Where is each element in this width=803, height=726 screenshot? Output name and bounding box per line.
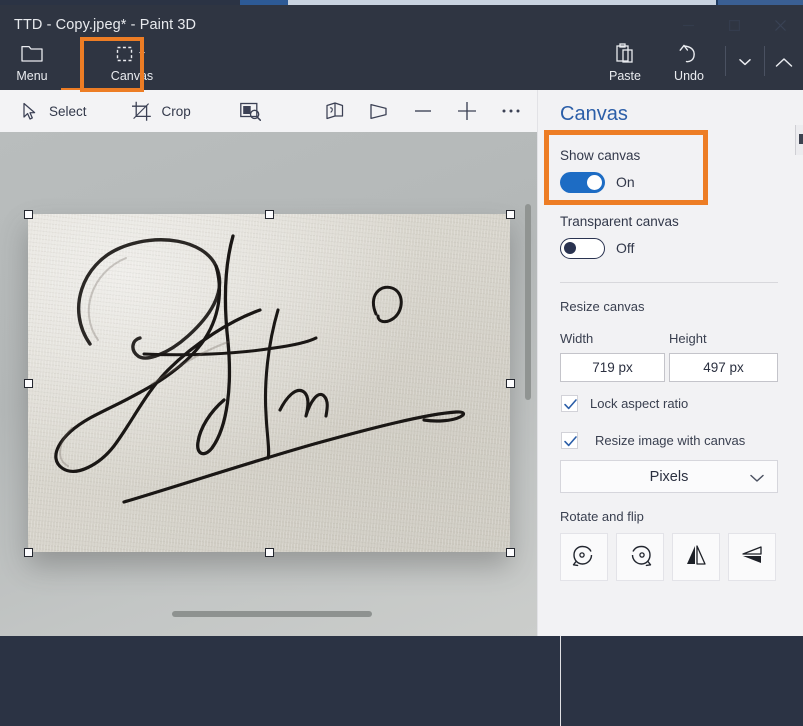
ribbon-left: Menu Canvas [0, 36, 166, 90]
window-title: TTD - Copy.jpeg* - Paint 3D [14, 17, 197, 33]
canvas-button[interactable]: Canvas [98, 36, 166, 88]
crop-icon [131, 100, 153, 122]
resize-image-with-canvas-checkbox[interactable] [561, 432, 578, 449]
folder-icon [21, 42, 43, 66]
clipboard-icon [615, 42, 635, 66]
width-label: Width [560, 331, 594, 346]
toolbar-more-button[interactable] [489, 90, 533, 132]
units-select-value: Pixels [649, 468, 689, 485]
flip-horizontal-button[interactable] [672, 533, 720, 581]
signature-artwork [54, 234, 466, 504]
horizontal-scrollbar-thumb[interactable] [172, 611, 372, 617]
panel-divider-2 [560, 636, 561, 726]
height-label: Height [669, 331, 707, 346]
resize-canvas-section-label: Resize canvas [560, 299, 645, 314]
selection-handle-bottom-center[interactable] [265, 548, 274, 557]
canvas-properties-panel: Canvas Show canvas On Transparent canvas… [537, 90, 803, 726]
ribbon-collapse-button[interactable] [769, 36, 799, 88]
crop-tool-button[interactable]: Crop [121, 90, 201, 132]
selection-handle-top-center[interactable] [265, 210, 274, 219]
lock-aspect-ratio-checkbox[interactable] [561, 395, 578, 412]
resize-image-with-canvas-label: Resize image with canvas [595, 433, 746, 448]
selection-handle-middle-left[interactable] [24, 379, 33, 388]
ribbon-divider-2 [764, 46, 765, 76]
view-3d-button[interactable] [313, 90, 357, 132]
transparent-canvas-label: Transparent canvas [560, 214, 679, 229]
selection-handle-bottom-right[interactable] [506, 548, 515, 557]
cursor-icon [18, 100, 40, 122]
flip-vertical-icon [740, 543, 764, 572]
width-input[interactable]: 719 px [560, 353, 665, 382]
transparent-canvas-toggle[interactable] [560, 238, 605, 259]
paste-label: Paste [609, 68, 641, 83]
lock-aspect-ratio-label: Lock aspect ratio [590, 396, 689, 411]
offscreen-panel-marker [799, 134, 803, 144]
selection-handle-bottom-left[interactable] [24, 548, 33, 557]
show-canvas-label: Show canvas [560, 148, 641, 163]
vertical-scrollbar-thumb[interactable] [525, 204, 531, 400]
rotate-right-button[interactable] [616, 533, 664, 581]
flip-horizontal-icon [684, 543, 708, 572]
show-canvas-state: On [616, 174, 635, 190]
rotate-left-button[interactable] [560, 533, 608, 581]
selection-handle-top-right[interactable] [506, 210, 515, 219]
menu-label: Menu [16, 68, 48, 83]
show-canvas-toggle-knob [587, 175, 602, 190]
paste-button[interactable]: Paste [593, 36, 657, 88]
perspective-button[interactable] [357, 90, 401, 132]
panel-divider-1 [560, 282, 778, 283]
rotate-left-icon [571, 542, 597, 573]
transparent-canvas-toggle-knob [564, 242, 576, 254]
chevron-down-icon [750, 471, 764, 487]
show-canvas-toggle[interactable] [560, 172, 605, 193]
canvas-workspace[interactable] [0, 132, 537, 636]
magic-select-button[interactable] [229, 90, 273, 132]
ribbon-divider [725, 46, 726, 76]
canvas-label: Canvas [110, 68, 154, 83]
rotate-flip-section-label: Rotate and flip [560, 509, 644, 524]
undo-button[interactable]: Undo [657, 36, 721, 88]
tools-toolbar: Select Crop [0, 90, 537, 133]
height-input[interactable]: 497 px [669, 353, 778, 382]
undo-label: Undo [674, 68, 704, 83]
selection-handle-middle-right[interactable] [506, 379, 515, 388]
ribbon-right: Paste Undo [593, 36, 799, 90]
transparent-canvas-state: Off [616, 240, 635, 256]
menu-button[interactable]: Menu [0, 36, 64, 88]
undo-icon [678, 42, 700, 66]
title-bar: TTD - Copy.jpeg* - Paint 3D Menu Canvas … [0, 5, 803, 92]
panel-title: Canvas [560, 103, 628, 125]
zoom-out-button[interactable] [401, 90, 445, 132]
canvas-image[interactable] [28, 214, 510, 552]
flip-vertical-button[interactable] [728, 533, 776, 581]
ribbon-more-button[interactable] [730, 36, 760, 88]
paint3d-window: TTD - Copy.jpeg* - Paint 3D Menu Canvas … [0, 0, 803, 726]
select-label: Select [49, 103, 87, 119]
select-tool-button[interactable]: Select [8, 90, 97, 132]
crop-label: Crop [161, 103, 191, 119]
canvas-icon [113, 42, 151, 66]
rotate-right-icon [627, 542, 653, 573]
selection-handle-top-left[interactable] [24, 210, 33, 219]
zoom-in-button[interactable] [445, 90, 489, 132]
units-select[interactable]: Pixels [560, 460, 778, 493]
